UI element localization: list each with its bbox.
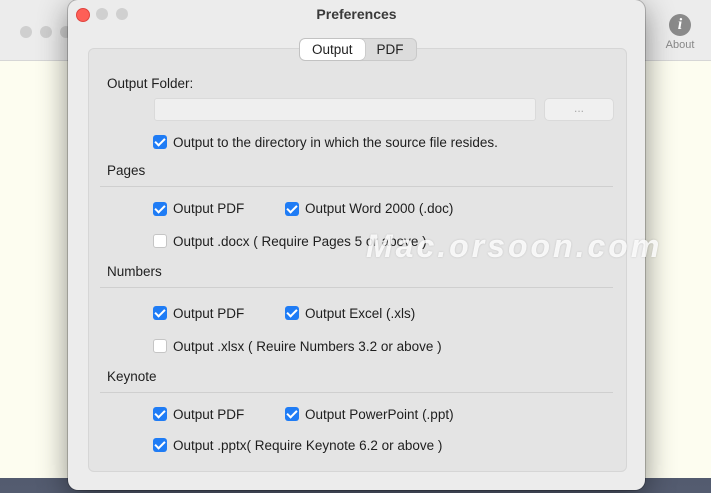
pages-output-pdf-checkbox[interactable] <box>153 202 167 216</box>
keynote-divider <box>100 392 613 393</box>
tab-output[interactable]: Output <box>300 39 365 60</box>
keynote-output-pptx-checkbox[interactable] <box>153 438 167 452</box>
keynote-output-ppt-label: Output PowerPoint (.ppt) <box>305 407 454 422</box>
browse-button[interactable]: ... <box>544 98 614 121</box>
numbers-output-xls-checkbox[interactable] <box>285 306 299 320</box>
output-folder-field[interactable] <box>154 98 536 121</box>
background-app-right-area <box>640 0 711 478</box>
pages-divider <box>100 186 613 187</box>
output-folder-label: Output Folder: <box>107 76 194 91</box>
pages-output-docx-checkbox[interactable] <box>153 234 167 248</box>
dialog-title: Preferences <box>316 6 397 22</box>
pages-section-title: Pages <box>107 163 146 178</box>
numbers-output-xlsx-label: Output .xlsx ( Reuire Numbers 3.2 or abo… <box>173 339 442 354</box>
background-close-light <box>20 26 32 38</box>
numbers-output-xlsx-checkbox[interactable] <box>153 339 167 353</box>
about-button[interactable]: i About <box>660 14 700 51</box>
background-minimize-light <box>40 26 52 38</box>
numbers-output-pdf-label: Output PDF <box>173 306 245 321</box>
numbers-output-pdf-checkbox[interactable] <box>153 306 167 320</box>
keynote-output-pdf-label: Output PDF <box>173 407 245 422</box>
numbers-divider <box>100 287 613 288</box>
keynote-output-ppt-checkbox[interactable] <box>285 407 299 421</box>
same-directory-checkbox[interactable] <box>153 135 167 149</box>
numbers-section-title: Numbers <box>107 264 162 279</box>
info-icon: i <box>669 14 691 36</box>
keynote-section-title: Keynote <box>107 369 157 384</box>
preferences-dialog: Preferences Output PDF Output Folder: ..… <box>68 0 645 490</box>
keynote-output-pptx-label: Output .pptx( Require Keynote 6.2 or abo… <box>173 438 443 453</box>
about-label: About <box>665 39 695 51</box>
tab-control: Output PDF <box>299 38 417 61</box>
keynote-output-pdf-checkbox[interactable] <box>153 407 167 421</box>
same-directory-label: Output to the directory in which the sou… <box>173 135 498 150</box>
numbers-output-xls-label: Output Excel (.xls) <box>305 306 416 321</box>
tab-pdf[interactable]: PDF <box>365 39 416 60</box>
pages-output-docx-label: Output .docx ( Require Pages 5 or above … <box>173 234 427 249</box>
pages-output-doc-label: Output Word 2000 (.doc) <box>305 201 454 216</box>
pages-output-doc-checkbox[interactable] <box>285 202 299 216</box>
pages-output-pdf-label: Output PDF <box>173 201 245 216</box>
